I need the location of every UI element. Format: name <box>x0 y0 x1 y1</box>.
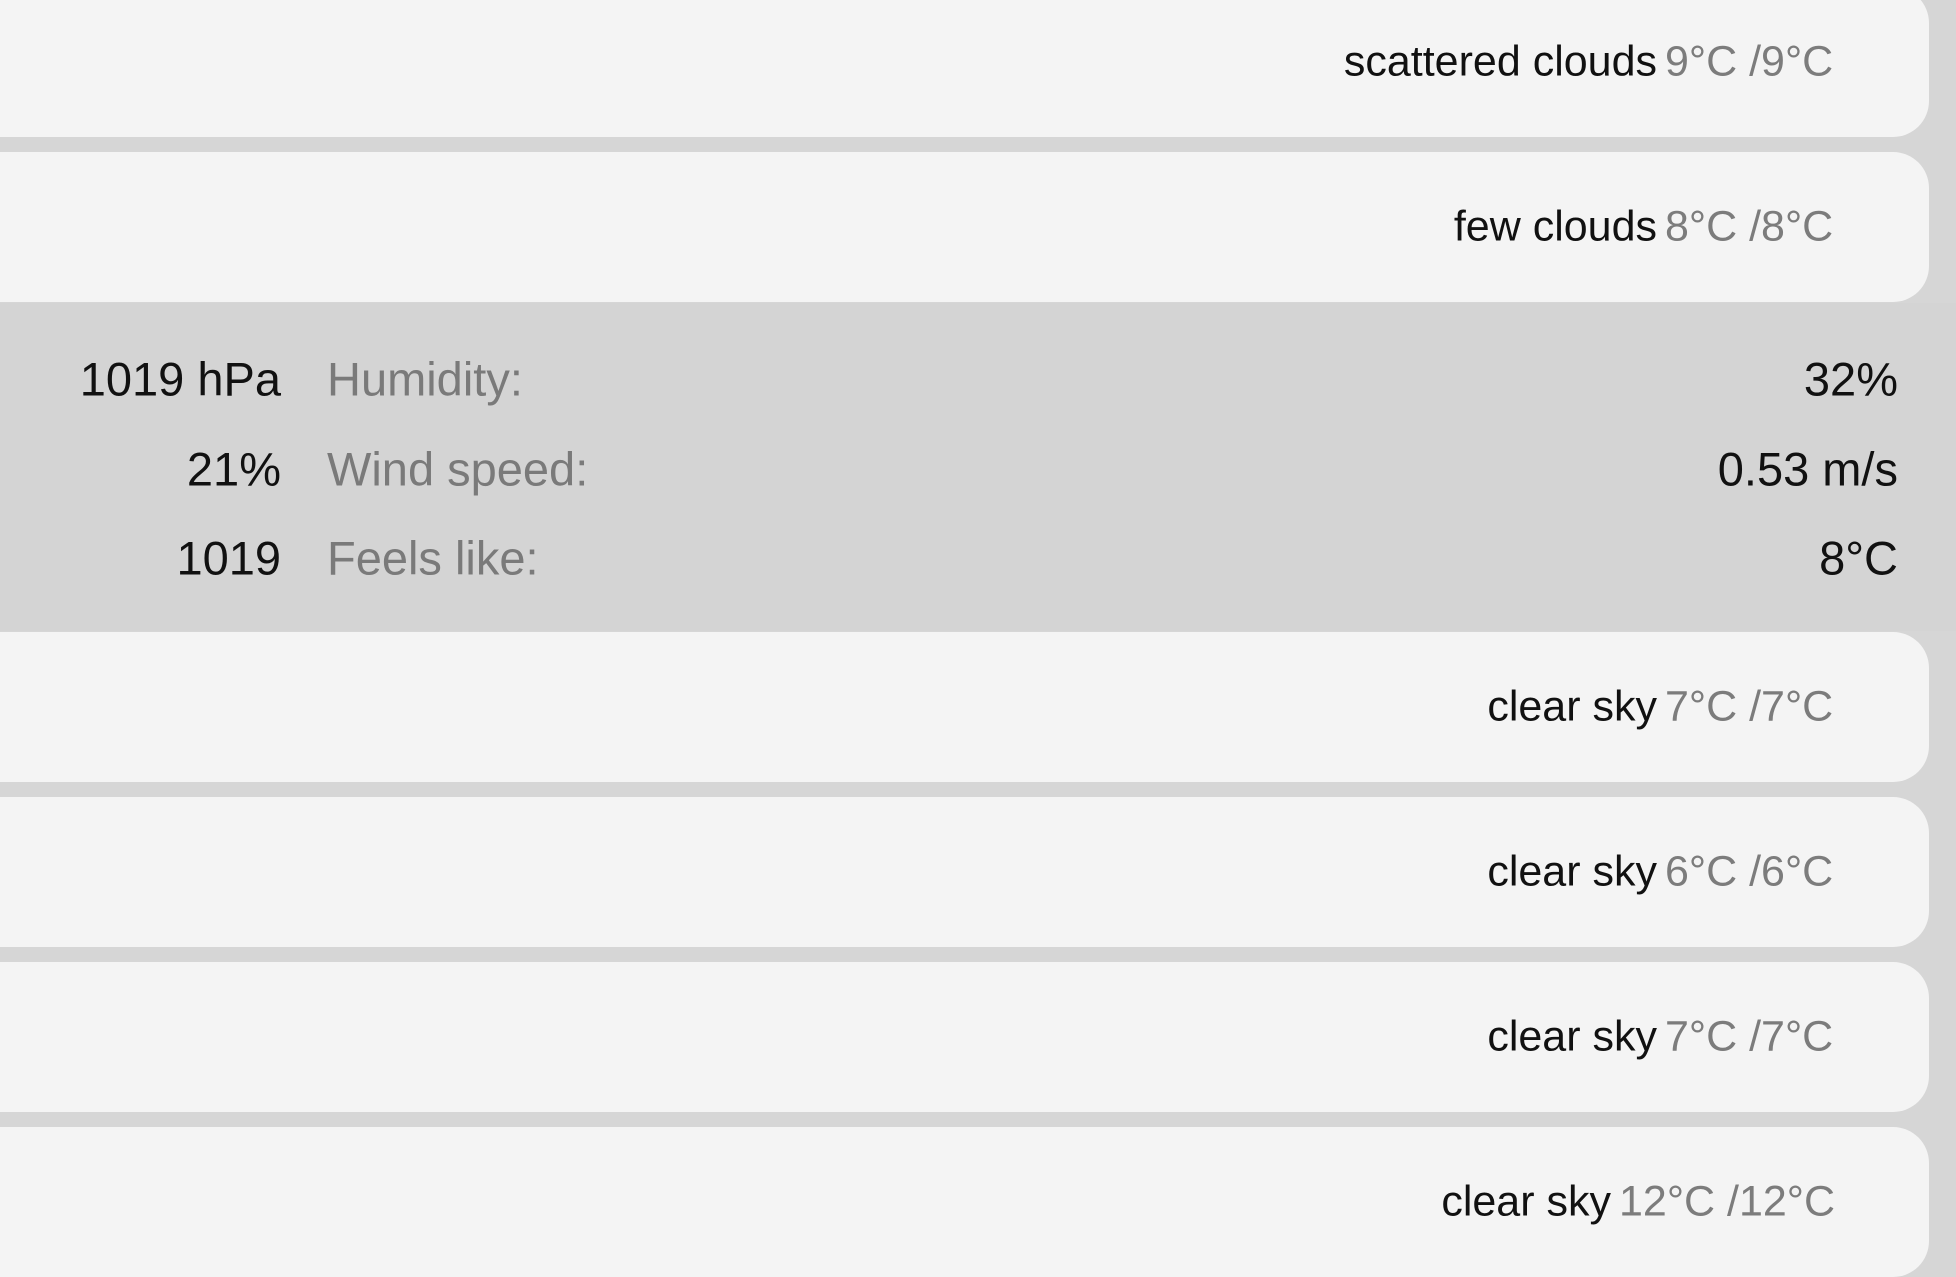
cloudiness-value: 21% <box>186 442 281 496</box>
detail-line-feels-like: 1019 Feels like: 8°C <box>0 513 1956 603</box>
weather-description: clear sky <box>1441 1177 1611 1226</box>
forecast-row[interactable]: scattered clouds 9°C /9°C <box>0 0 1929 137</box>
details-panel: 1019 hPa Humidity: 32% 21% Wind speed: 0… <box>0 303 1956 631</box>
weather-description: clear sky <box>1487 1012 1657 1061</box>
feels-like-value: 8°C <box>1819 531 1898 585</box>
temperature-range: 6°C /6°C <box>1665 847 1834 896</box>
temperature-range: 9°C /9°C <box>1665 37 1834 86</box>
sea-level-value: 1019 <box>176 531 281 585</box>
detail-line-wind: 21% Wind speed: 0.53 m/s <box>0 424 1956 514</box>
temperature-range: 7°C /7°C <box>1665 1012 1834 1061</box>
temperature-range: 8°C /8°C <box>1665 202 1834 251</box>
forecast-row[interactable]: clear sky 6°C /6°C <box>0 797 1929 947</box>
detail-line-humidity: 1019 hPa Humidity: 32% <box>0 334 1956 424</box>
weather-description: few clouds <box>1453 202 1657 251</box>
forecast-row[interactable]: few clouds 8°C /8°C <box>0 152 1929 302</box>
pressure-value: 1019 hPa <box>79 352 281 406</box>
wind-speed-label: Wind speed: <box>327 442 589 496</box>
humidity-value: 32% <box>1803 352 1898 406</box>
weather-description: clear sky <box>1487 682 1657 731</box>
weather-description: clear sky <box>1487 847 1657 896</box>
forecast-row[interactable]: clear sky 12°C /12°C <box>0 1127 1929 1277</box>
feels-like-label: Feels like: <box>327 531 539 585</box>
weather-description: scattered clouds <box>1343 37 1657 86</box>
forecast-row[interactable]: clear sky 7°C /7°C <box>0 632 1929 782</box>
temperature-range: 7°C /7°C <box>1665 682 1834 731</box>
wind-speed-value: 0.53 m/s <box>1717 442 1898 496</box>
temperature-range: 12°C /12°C <box>1619 1177 1836 1226</box>
forecast-row[interactable]: clear sky 7°C /7°C <box>0 962 1929 1112</box>
humidity-label: Humidity: <box>327 352 523 406</box>
